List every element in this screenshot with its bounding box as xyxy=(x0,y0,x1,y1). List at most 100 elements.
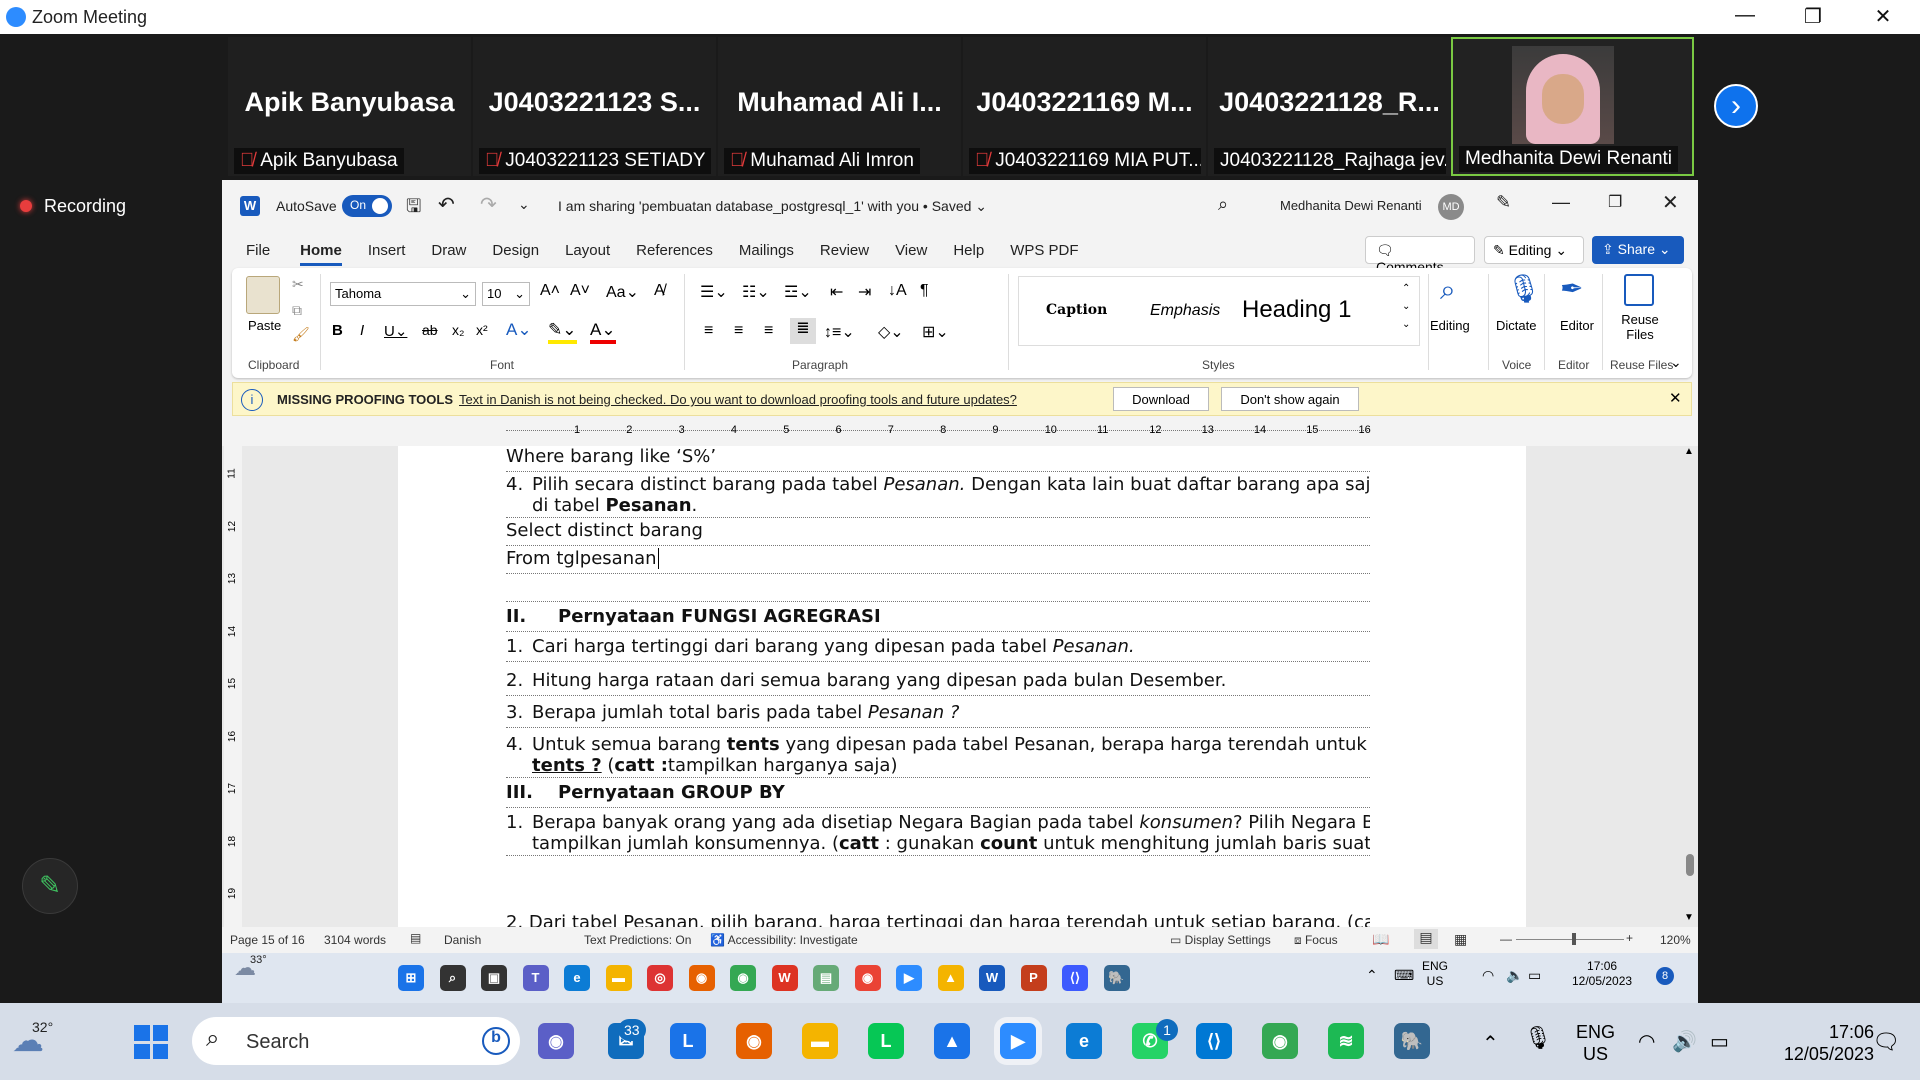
dictate-button[interactable]: Dictate xyxy=(1496,318,1536,333)
tab-design[interactable]: Design xyxy=(492,242,539,266)
volume-icon[interactable]: 🔊 xyxy=(1672,1029,1697,1054)
customize-toolbar-icon[interactable]: ⌄ xyxy=(518,196,530,213)
zoom-slider[interactable] xyxy=(1516,939,1624,940)
app-icon[interactable]: ◎ xyxy=(647,965,673,991)
font-color-icon[interactable]: A⌄ xyxy=(590,320,616,344)
notification-icon[interactable]: 🗨 xyxy=(1872,1029,1900,1055)
scroll-up-icon[interactable]: ▲ xyxy=(1684,446,1694,457)
font-size-select[interactable]: 10 ⌄ xyxy=(482,282,530,306)
undo-icon[interactable]: ↶ xyxy=(438,192,455,217)
firefox-icon[interactable]: ◉ xyxy=(688,965,715,991)
volume-muted-icon[interactable]: 🔈 xyxy=(1506,967,1523,984)
styles-scroll[interactable]: ⌃ ⌄ ⌄ xyxy=(1402,280,1410,334)
file-explorer-icon[interactable]: ▬ xyxy=(605,965,632,991)
cut-icon[interactable]: ✂ xyxy=(292,276,304,293)
annotate-pencil-icon[interactable]: ✎ xyxy=(22,858,78,914)
wifi-icon[interactable]: ◠ xyxy=(1482,967,1494,984)
shading-icon[interactable]: ◇⌄ xyxy=(878,322,904,342)
italic-icon[interactable]: I xyxy=(360,322,364,339)
numbering-icon[interactable]: ☷⌄ xyxy=(742,282,770,302)
notepad-icon[interactable]: ▤ xyxy=(813,965,839,991)
search-box[interactable]: ⌕ Search b xyxy=(192,1017,520,1065)
battery-icon[interactable]: ▭ xyxy=(1528,967,1541,984)
microphone-icon[interactable]: 🎙 xyxy=(1524,1025,1552,1051)
tab-view[interactable]: View xyxy=(895,242,927,266)
chrome-profile-icon[interactable]: ◉ xyxy=(854,965,881,991)
tray-chevron-icon[interactable]: ⌃ xyxy=(1482,1031,1499,1056)
save-icon[interactable]: 🖫 xyxy=(406,194,421,224)
paste-label[interactable]: Paste xyxy=(248,318,281,333)
participant-tile[interactable]: J0403221123 S... 🎙̸ J0403221123 SETIADY .… xyxy=(473,37,716,176)
zoom-in-icon[interactable]: + xyxy=(1626,931,1633,945)
reuse-files-button[interactable]: Reuse Files xyxy=(1620,312,1660,342)
text-predictions[interactable]: Text Predictions: On xyxy=(584,933,691,947)
wps-icon[interactable]: W xyxy=(771,965,798,991)
participant-tile[interactable]: J0403221169 M... 🎙̸ J0403221169 MIA PUT..… xyxy=(963,37,1206,176)
microphone-icon[interactable]: 🎙 xyxy=(1506,272,1542,305)
language-indicator[interactable]: ENG US xyxy=(1422,959,1448,989)
underline-icon[interactable]: U⌄ xyxy=(384,322,407,340)
decrease-indent-icon[interactable]: ⇤ xyxy=(830,282,843,302)
windows-start-icon[interactable]: ⊞ xyxy=(398,965,424,991)
firefox-icon[interactable]: ◉ xyxy=(736,1023,772,1059)
proofing-icon[interactable]: ▤ xyxy=(410,931,421,945)
restore-button[interactable]: ❐ xyxy=(1788,4,1838,30)
participant-tile[interactable]: Apik Banyubasa 🎙̸ Apik Banyubasa xyxy=(228,37,471,176)
start-icon[interactable] xyxy=(134,1025,168,1059)
font-name-select[interactable]: Tahoma ⌄ xyxy=(330,282,476,306)
keyboard-icon[interactable]: ⌨ xyxy=(1394,967,1414,984)
reuse-files-icon[interactable] xyxy=(1624,274,1654,306)
tab-references[interactable]: References xyxy=(636,242,713,266)
clear-formatting-icon[interactable]: A̸ xyxy=(654,282,665,300)
notification-badge[interactable]: 8 xyxy=(1656,967,1674,985)
search-icon[interactable]: ⌕ xyxy=(1218,194,1228,215)
document-page[interactable]: Where barang like ‘S%’ 4. Pilih secara di… xyxy=(398,446,1526,933)
word-close-button[interactable]: ✕ xyxy=(1662,190,1679,215)
spotify-icon[interactable]: ≋ xyxy=(1328,1023,1364,1059)
grow-font-icon[interactable]: A˄ xyxy=(540,282,560,300)
tray-chevron-icon[interactable]: ⌃ xyxy=(1366,967,1378,984)
style-heading-1[interactable]: Heading 1 xyxy=(1242,296,1351,324)
language[interactable]: Danish xyxy=(444,933,481,947)
zoom-icon[interactable]: ▶ xyxy=(896,965,922,991)
bullets-icon[interactable]: ☰⌄ xyxy=(700,282,728,302)
postgresql-icon[interactable]: 🐘 xyxy=(1394,1023,1430,1059)
comments-button[interactable]: 🗨 Comments xyxy=(1365,236,1475,275)
language-indicator[interactable]: ENG US xyxy=(1576,1021,1615,1065)
subscript-icon[interactable]: x₂ xyxy=(452,322,464,338)
document-title[interactable]: I am sharing 'pembuatan database_postgre… xyxy=(558,198,987,215)
vertical-ruler[interactable]: 11 12 13 14 15 16 17 18 19 xyxy=(224,446,242,927)
tab-file[interactable]: File xyxy=(246,242,270,266)
participant-tile[interactable]: J0403221128_R... J0403221128_Rajhaga jev… xyxy=(1208,37,1451,176)
paste-icon[interactable] xyxy=(246,276,280,314)
strikethrough-icon[interactable]: ab xyxy=(422,322,438,338)
line-spacing-icon[interactable]: ↕≡⌄ xyxy=(824,322,855,342)
autosave-toggle[interactable]: On xyxy=(342,195,392,217)
word-count[interactable]: 3104 words xyxy=(324,933,386,947)
web-layout-icon[interactable]: ▦ xyxy=(1454,931,1467,948)
find-icon[interactable]: ⌕ xyxy=(1440,274,1456,307)
close-button[interactable]: ✕ xyxy=(1858,4,1908,30)
editor-pen-icon[interactable]: ✒ xyxy=(1560,272,1583,305)
horizontal-ruler[interactable]: 1 2 3 4 5 6 7 8 9 10 11 12 13 14 15 16 xyxy=(222,420,1698,446)
task-view-icon[interactable]: ▣ xyxy=(481,965,507,991)
photos-icon[interactable]: ▲ xyxy=(934,1023,970,1059)
style-caption[interactable]: Caption xyxy=(1046,302,1107,318)
show-marks-icon[interactable]: ¶ xyxy=(920,282,929,300)
dont-show-again-button[interactable]: Don't show again xyxy=(1221,387,1359,411)
search-icon[interactable]: ⌕ xyxy=(439,965,466,991)
collapse-ribbon-icon[interactable]: ⌄ xyxy=(1670,354,1682,371)
zoom-icon[interactable]: ▶ xyxy=(1000,1023,1036,1059)
increase-indent-icon[interactable]: ⇥ xyxy=(858,282,871,302)
zoom-level[interactable]: 120% xyxy=(1660,933,1691,947)
postgresql-icon[interactable]: 🐘 xyxy=(1103,965,1130,991)
tab-review[interactable]: Review xyxy=(820,242,869,266)
participant-tile[interactable]: Muhamad Ali I... 🎙̸ Muhamad Ali Imron xyxy=(718,37,961,176)
align-right-icon[interactable]: ≡ xyxy=(764,322,773,340)
style-emphasis[interactable]: Emphasis xyxy=(1150,302,1220,320)
tab-wps-pdf[interactable]: WPS PDF xyxy=(1010,242,1078,266)
shrink-font-icon[interactable]: A˅ xyxy=(570,282,590,300)
word-restore-button[interactable]: ❐ xyxy=(1608,192,1622,212)
change-case-icon[interactable]: Aa⌄ xyxy=(606,282,639,302)
tab-layout[interactable]: Layout xyxy=(565,242,610,266)
